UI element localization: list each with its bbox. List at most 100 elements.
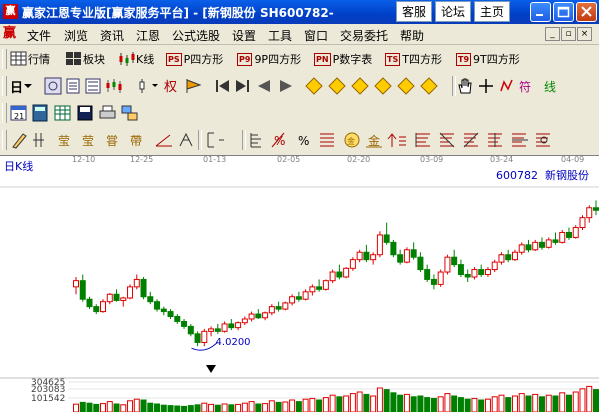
- ruler-icon[interactable]: [250, 133, 261, 148]
- separator: [242, 130, 246, 150]
- fan-icon-2[interactable]: 莹: [82, 134, 94, 148]
- bars-e-icon[interactable]: [512, 133, 528, 147]
- percent-icon[interactable]: %: [298, 134, 309, 148]
- crosshair-icon[interactable]: [479, 79, 493, 93]
- gold-icon[interactable]: 金: [344, 132, 360, 148]
- customer-service-link[interactable]: 客服: [396, 1, 432, 22]
- diamond-down-icon[interactable]: [328, 77, 346, 95]
- first-page-icon[interactable]: [216, 80, 229, 92]
- hand-icon[interactable]: [458, 78, 472, 94]
- last-page-icon[interactable]: [236, 80, 249, 92]
- menu-help[interactable]: 帮助: [400, 27, 424, 44]
- date-tick: 04-09: [561, 156, 584, 164]
- candle-body: [538, 241, 545, 248]
- page-icon[interactable]: [66, 78, 80, 94]
- volume-series: [73, 385, 599, 412]
- calculator-icon[interactable]: [32, 104, 48, 122]
- next-icon[interactable]: [280, 80, 292, 92]
- calendar-icon[interactable]: 21: [10, 105, 27, 121]
- svg-text:帶: 帶: [130, 134, 142, 148]
- mdi-close-button[interactable]: ×: [577, 27, 592, 41]
- angle-icon[interactable]: [155, 134, 172, 147]
- diamond-fit-icon[interactable]: [420, 77, 438, 95]
- fan-icon-1[interactable]: 莹: [58, 134, 70, 148]
- candle-body: [484, 269, 491, 276]
- flag-icon[interactable]: [186, 79, 202, 93]
- candlestick-series: [73, 200, 599, 347]
- zoom-icon[interactable]: [44, 77, 62, 95]
- list-icon[interactable]: [85, 78, 101, 94]
- gann-icon[interactable]: 符: [519, 79, 531, 94]
- menu-settings[interactable]: 设置: [232, 27, 256, 44]
- menu-file[interactable]: 文件: [27, 27, 51, 44]
- gold-bar-icon[interactable]: 金: [366, 133, 382, 148]
- prev-icon[interactable]: [258, 80, 270, 92]
- line-icon[interactable]: 线: [544, 80, 556, 94]
- 9t-square-button[interactable]: T9 9T四方形: [456, 50, 520, 68]
- kline-chart[interactable]: 12-10 12-25 01-13 02-05 02-20 03-09 03-24 04-09…: [0, 156, 599, 412]
- fan-icon-3[interactable]: 甞: [106, 134, 118, 148]
- weight-icon[interactable]: 权: [164, 79, 177, 95]
- ratio-lines-icon[interactable]: [320, 133, 334, 147]
- menu-window[interactable]: 窗口: [304, 27, 328, 44]
- print-icon[interactable]: [99, 105, 116, 119]
- candle-body: [559, 231, 566, 243]
- menu-trade[interactable]: 交易委托: [340, 27, 388, 44]
- volume-bar: [322, 397, 329, 412]
- mdi-minimize-button[interactable]: _: [545, 27, 560, 41]
- 9p-square-label: 9P四方形: [254, 53, 302, 66]
- volume-bar: [376, 387, 383, 412]
- menu-news[interactable]: 资讯: [100, 27, 124, 44]
- indicator-icon[interactable]: [500, 79, 513, 92]
- 9p-square-button[interactable]: P9 9P四方形: [237, 50, 301, 68]
- percent-slash-icon[interactable]: %: [271, 132, 285, 148]
- vertical-lines-icon[interactable]: [33, 133, 44, 147]
- pencil-icon[interactable]: [12, 133, 27, 149]
- bars-b-icon[interactable]: [439, 132, 455, 148]
- candle-body: [329, 271, 336, 282]
- fan-icon-4[interactable]: 帶: [130, 134, 142, 148]
- candle-body: [181, 320, 188, 327]
- forum-link[interactable]: 论坛: [435, 1, 471, 22]
- p-number-table-button[interactable]: PN P数字表: [314, 50, 372, 68]
- maximize-button[interactable]: [553, 2, 574, 22]
- bars-c-icon[interactable]: [463, 132, 479, 148]
- volume-bar: [491, 396, 498, 412]
- network-icon[interactable]: [121, 105, 138, 121]
- svg-text:莹: 莹: [58, 134, 70, 148]
- volume-bar: [349, 393, 356, 412]
- diamond-up-icon[interactable]: [305, 77, 323, 95]
- p-square-button[interactable]: PS P四方形: [166, 50, 223, 68]
- fork-icon[interactable]: [179, 132, 193, 147]
- bracket-icon[interactable]: [207, 132, 224, 148]
- volume-bar: [565, 394, 572, 412]
- close-button[interactable]: [576, 2, 597, 22]
- period-select[interactable]: 日: [10, 77, 33, 96]
- minimize-button[interactable]: [530, 2, 551, 22]
- diamond-left-icon[interactable]: [351, 77, 369, 95]
- diamond-right-icon[interactable]: [374, 77, 392, 95]
- bars-a-icon[interactable]: [415, 133, 430, 147]
- volume-bar: [484, 398, 491, 412]
- kline-chart-panel[interactable]: 12-10 12-25 01-13 02-05 02-20 03-09 03-24 04-09…: [0, 155, 599, 412]
- bars-f-icon[interactable]: [536, 133, 550, 147]
- t-square-button[interactable]: TS T四方形: [385, 50, 442, 68]
- single-candle-icon[interactable]: [139, 79, 158, 93]
- homepage-link[interactable]: 主页: [474, 1, 510, 22]
- sector-button[interactable]: 板块: [65, 50, 105, 68]
- mdi-restore-button[interactable]: ▫: [561, 27, 576, 41]
- menu-formula-picking[interactable]: 公式选股: [172, 27, 220, 44]
- quote-button[interactable]: 行情: [10, 50, 50, 68]
- diamond-center-icon[interactable]: [397, 77, 415, 95]
- candle-body: [289, 296, 296, 304]
- candles-icon[interactable]: [106, 79, 122, 93]
- menu-browse[interactable]: 浏览: [64, 27, 88, 44]
- menu-gann[interactable]: 江恩: [136, 27, 160, 44]
- spreadsheet-icon[interactable]: [54, 105, 71, 121]
- app-menu-icon[interactable]: 赢: [3, 26, 19, 42]
- save-icon[interactable]: [77, 105, 93, 121]
- arrow-up-bars-icon[interactable]: [387, 133, 406, 147]
- kline-button[interactable]: K线: [118, 50, 154, 68]
- menu-tools[interactable]: 工具: [268, 27, 292, 44]
- bars-d-icon[interactable]: [488, 133, 502, 147]
